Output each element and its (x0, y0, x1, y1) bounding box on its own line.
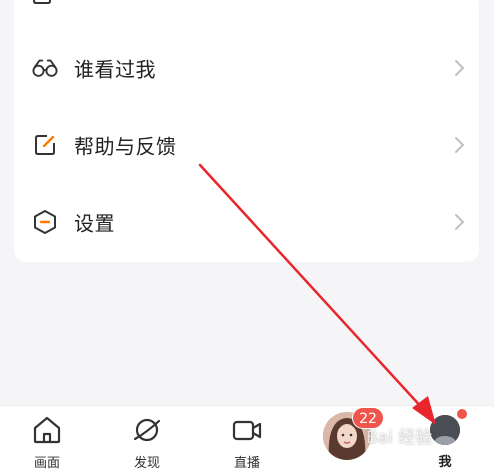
edit-feedback-icon (32, 132, 58, 158)
tab-label: 画面 (33, 456, 60, 471)
watermark: Bai 经验 (366, 428, 433, 448)
home-icon (33, 416, 61, 444)
chevron-right-icon (455, 137, 465, 153)
menu-item-who-viewed-me[interactable]: 谁看过我 (14, 38, 479, 98)
planet-icon (133, 418, 161, 442)
tab-discover[interactable]: 发现 (107, 406, 187, 476)
tab-label: 发现 (133, 456, 160, 471)
glasses-icon (32, 55, 58, 81)
chevron-right-icon (455, 214, 465, 230)
menu-item-label: 帮助与反馈 (74, 134, 177, 159)
profile-notification-dot (456, 408, 468, 420)
settings-hexagon-icon (32, 209, 58, 235)
video-camera-icon (232, 420, 262, 441)
tab-label-me[interactable]: 我 (425, 451, 465, 470)
menu-item-help-feedback[interactable]: 帮助与反馈 (14, 115, 479, 175)
tab-live[interactable]: 直播 (207, 406, 287, 476)
menu-item-label: 设置 (74, 211, 115, 236)
chevron-right-icon (455, 60, 465, 76)
partial-top-icon (33, 0, 51, 4)
profile-avatar-image (430, 415, 460, 445)
tab-home[interactable]: 画面 (7, 406, 87, 476)
menu-item-settings[interactable]: 设置 (14, 192, 479, 252)
menu-item-label: 谁看过我 (74, 57, 156, 82)
tab-label: 直播 (233, 456, 260, 471)
profile-avatar[interactable] (430, 415, 460, 445)
